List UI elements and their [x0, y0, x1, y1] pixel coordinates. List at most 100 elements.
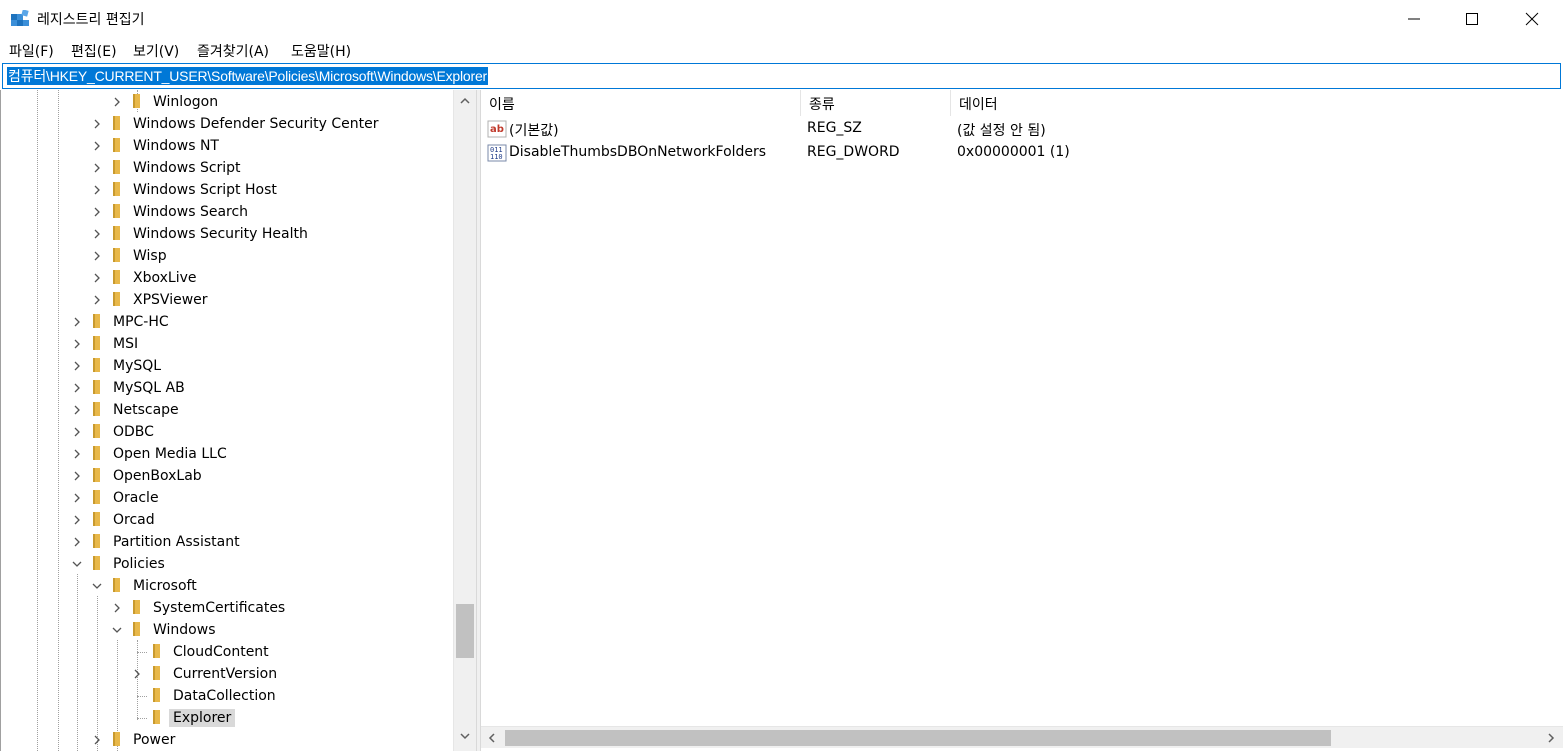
scroll-right-icon[interactable] [1545, 732, 1557, 744]
tree-item[interactable]: XPSViewer [1, 289, 453, 311]
tree-item[interactable]: CurrentVersion [1, 663, 453, 685]
menu-help[interactable]: 도움말(H) [291, 41, 351, 61]
chevron-right-icon[interactable] [71, 338, 83, 350]
chevron-right-icon[interactable] [71, 536, 83, 548]
folder-icon [113, 182, 120, 196]
folder-icon [113, 248, 120, 262]
tree-item[interactable]: Windows NT [1, 135, 453, 157]
column-header-name[interactable]: 이름 [481, 90, 801, 116]
chevron-down-icon[interactable] [71, 558, 83, 570]
close-button[interactable] [1503, 0, 1561, 38]
chevron-right-icon[interactable] [71, 448, 83, 460]
tree-item[interactable]: Windows Security Health [1, 223, 453, 245]
tree-item[interactable]: DataCollection [1, 685, 453, 707]
tree-item[interactable]: MySQL AB [1, 377, 453, 399]
value-list-pane[interactable]: 이름 종류 데이터 ab (기본값) REG_SZ (값 설정 안 됨) 011… [481, 90, 1563, 751]
chevron-right-icon[interactable] [91, 206, 103, 218]
tree-item[interactable]: Explorer [1, 707, 453, 729]
tree-item[interactable]: Oracle [1, 487, 453, 509]
tree-scroll-thumb[interactable] [456, 604, 474, 658]
menu-favorites[interactable]: 즐겨찾기(A) [197, 41, 269, 61]
value-name: DisableThumbsDBOnNetworkFolders [509, 144, 767, 160]
tree-item[interactable]: Microsoft [1, 575, 453, 597]
tree-item[interactable]: Open Media LLC [1, 443, 453, 465]
tree-item[interactable]: Windows Defender Security Center [1, 113, 453, 135]
folder-icon [113, 578, 120, 592]
folder-icon [93, 380, 100, 394]
tree-item[interactable]: XboxLive [1, 267, 453, 289]
tree-item-label: CurrentVersion [173, 666, 278, 682]
chevron-right-icon[interactable] [71, 514, 83, 526]
folder-icon [93, 468, 100, 482]
tree-item-label: CloudContent [173, 644, 269, 660]
maximize-button[interactable] [1443, 0, 1501, 38]
chevron-right-icon[interactable] [71, 382, 83, 394]
tree-item[interactable]: Netscape [1, 399, 453, 421]
value-type: REG_SZ [807, 120, 862, 136]
chevron-right-icon[interactable] [91, 250, 103, 262]
chevron-right-icon[interactable] [71, 426, 83, 438]
tree-item-label: MySQL AB [113, 380, 185, 396]
list-scroll-thumb[interactable] [505, 730, 1331, 746]
folder-icon [113, 204, 120, 218]
scroll-down-icon[interactable] [459, 730, 471, 742]
tree-item[interactable]: Power [1, 729, 453, 751]
chevron-right-icon[interactable] [111, 96, 123, 108]
chevron-right-icon[interactable] [111, 602, 123, 614]
chevron-right-icon[interactable] [71, 404, 83, 416]
list-item[interactable]: 011 110 DisableThumbsDBOnNetworkFolders … [481, 141, 1541, 165]
tree-item[interactable]: Windows [1, 619, 453, 641]
tree-item-label: SystemCertificates [153, 600, 286, 616]
chevron-down-icon[interactable] [91, 580, 103, 592]
key-tree-pane[interactable]: Winlogon Windows Defender Security Center… [0, 90, 476, 751]
tree-item[interactable]: Windows Search [1, 201, 453, 223]
folder-icon [113, 732, 120, 746]
tree-item[interactable]: SystemCertificates [1, 597, 453, 619]
tree-item[interactable]: Winlogon [1, 91, 453, 113]
tree-item[interactable]: MySQL [1, 355, 453, 377]
tree-item[interactable]: ODBC [1, 421, 453, 443]
tree-item[interactable]: Policies [1, 553, 453, 575]
chevron-right-icon[interactable] [91, 272, 103, 284]
list-item[interactable]: ab (기본값) REG_SZ (값 설정 안 됨) [481, 117, 1541, 141]
svg-text:110: 110 [490, 153, 503, 161]
chevron-right-icon[interactable] [91, 118, 103, 130]
column-header-data[interactable]: 데이터 [951, 90, 1541, 116]
chevron-right-icon[interactable] [91, 162, 103, 174]
scroll-up-icon[interactable] [459, 95, 471, 107]
chevron-down-icon[interactable] [111, 624, 123, 636]
menu-file[interactable]: 파일(F) [9, 41, 54, 61]
chevron-right-icon[interactable] [131, 668, 143, 680]
tree-item[interactable]: MPC-HC [1, 311, 453, 333]
address-path[interactable]: 컴퓨터\HKEY_CURRENT_USER\Software\Policies\… [7, 67, 489, 85]
scroll-left-icon[interactable] [486, 732, 498, 744]
tree-item[interactable]: OpenBoxLab [1, 465, 453, 487]
chevron-right-icon[interactable] [91, 140, 103, 152]
tree-item[interactable]: Windows Script Host [1, 179, 453, 201]
menu-edit[interactable]: 편집(E) [71, 41, 117, 61]
tree-item[interactable]: Partition Assistant [1, 531, 453, 553]
chevron-right-icon[interactable] [91, 228, 103, 240]
menu-view[interactable]: 보기(V) [133, 41, 179, 61]
address-bar[interactable]: 컴퓨터\HKEY_CURRENT_USER\Software\Policies\… [2, 63, 1561, 89]
tree-vertical-scrollbar[interactable] [453, 90, 476, 751]
chevron-right-icon[interactable] [91, 294, 103, 306]
tree-item[interactable]: MSI [1, 333, 453, 355]
chevron-right-icon[interactable] [71, 316, 83, 328]
tree-item-label: Microsoft [133, 578, 197, 594]
tree-item[interactable]: Wisp [1, 245, 453, 267]
tree-item[interactable]: CloudContent [1, 641, 453, 663]
chevron-right-icon[interactable] [71, 470, 83, 482]
chevron-right-icon[interactable] [71, 360, 83, 372]
column-header-type[interactable]: 종류 [801, 90, 951, 116]
tree-item[interactable]: Windows Script [1, 157, 453, 179]
chevron-right-icon[interactable] [91, 184, 103, 196]
chevron-right-icon[interactable] [91, 734, 103, 746]
folder-icon [93, 336, 100, 350]
folder-icon [93, 512, 100, 526]
chevron-right-icon[interactable] [71, 492, 83, 504]
minimize-button[interactable] [1385, 0, 1443, 38]
tree-item[interactable]: Orcad [1, 509, 453, 531]
list-horizontal-scrollbar[interactable] [481, 726, 1563, 748]
tree-guide-line [137, 652, 147, 653]
